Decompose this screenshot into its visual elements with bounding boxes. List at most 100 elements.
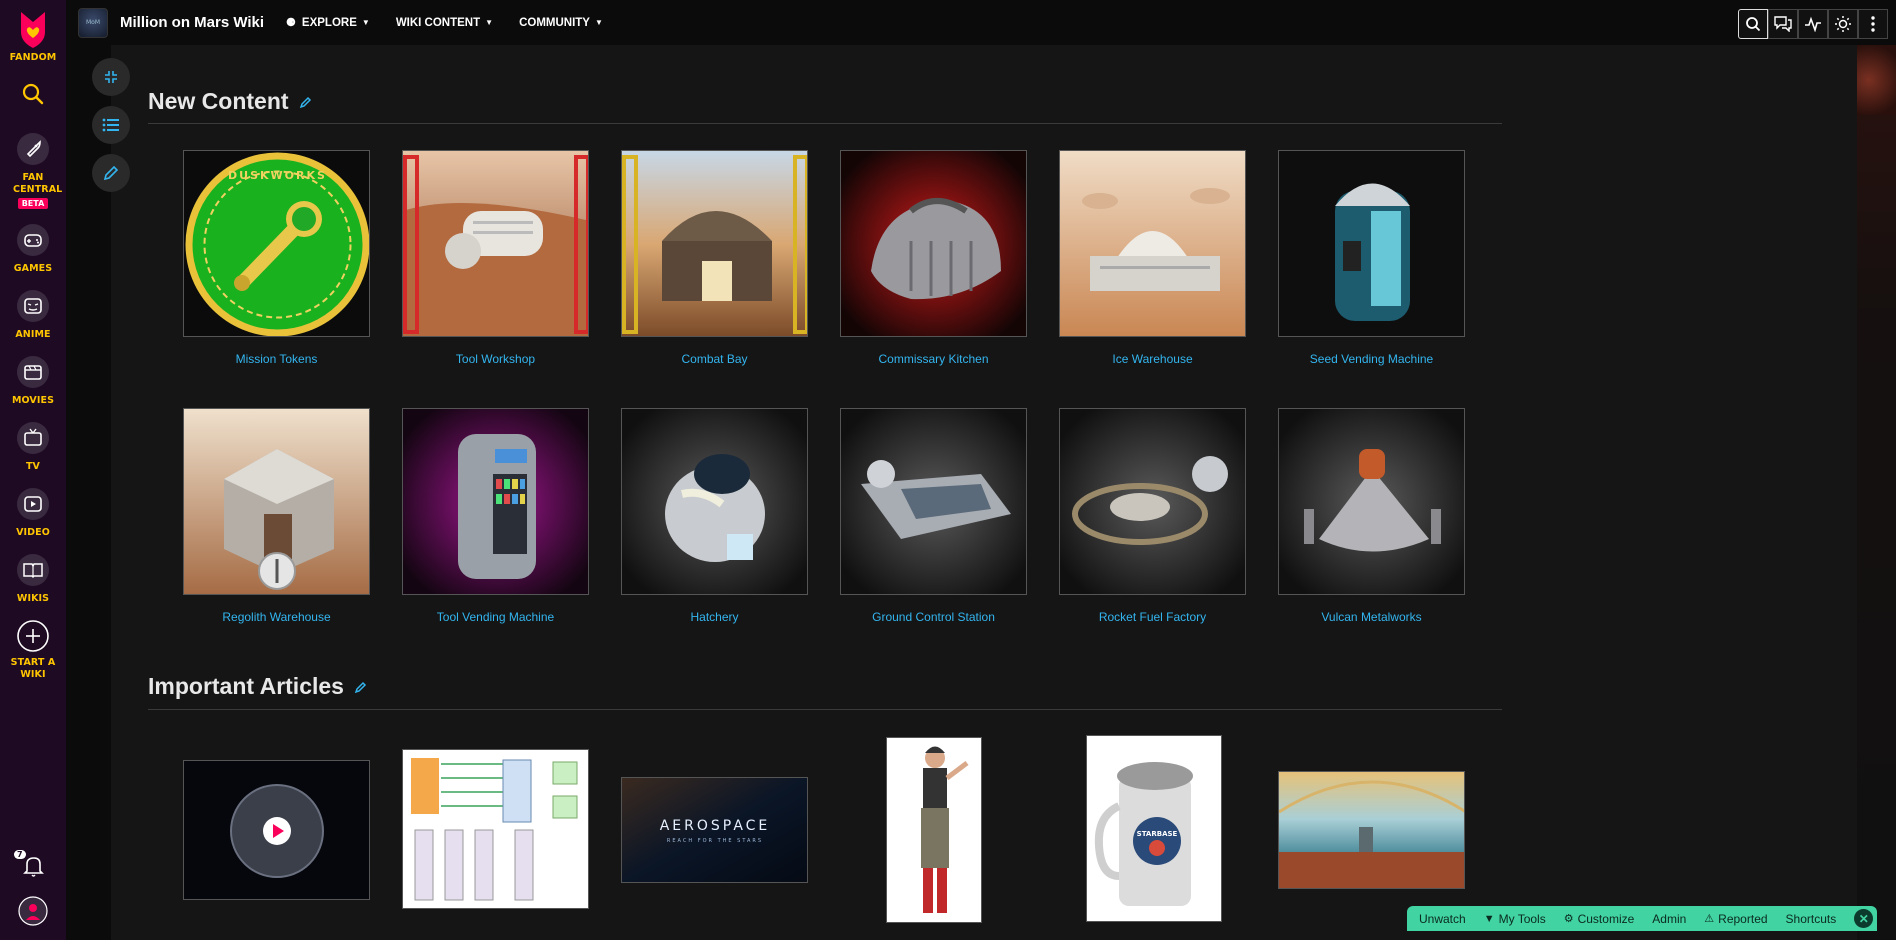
ice-warehouse-thumbnail[interactable] — [1059, 150, 1246, 337]
million-on-mars-video-thumbnail[interactable] — [183, 760, 370, 900]
tile-label[interactable]: Hatchery — [621, 610, 808, 624]
tile-label[interactable]: Commissary Kitchen — [840, 352, 1027, 366]
close-icon[interactable]: ✕ — [1854, 909, 1874, 928]
starbase-mug-thumbnail[interactable]: STARBASE — [1086, 735, 1222, 922]
customize-label: Customize — [1577, 911, 1635, 926]
tile-regolith-warehouse: Regolith Warehouse — [183, 408, 370, 624]
table-of-contents-button[interactable] — [92, 106, 130, 144]
tile-commissary-kitchen: Commissary Kitchen — [840, 150, 1027, 366]
avatar-icon — [18, 896, 48, 926]
tool-vending-machine-thumbnail[interactable] — [402, 408, 589, 595]
start-a-wiki-label: START A WIKI — [10, 657, 56, 680]
character-figure-thumbnail[interactable] — [886, 737, 982, 923]
anime-face-icon — [17, 290, 49, 322]
chevron-down-icon: ▼ — [594, 18, 603, 27]
unwatch-button[interactable]: Unwatch — [1419, 912, 1466, 926]
tile-label[interactable]: Tool Workshop — [402, 352, 589, 366]
wiki-logo[interactable]: MoM — [78, 7, 108, 38]
movies-link[interactable]: MOVIES — [0, 355, 66, 407]
customize-button[interactable]: ⚙ Customize — [1564, 912, 1635, 926]
tile-label[interactable]: Combat Bay — [621, 352, 808, 366]
combat-bay-image — [622, 151, 807, 336]
regolith-warehouse-image — [184, 409, 369, 594]
tile-label[interactable]: Mission Tokens — [183, 352, 370, 366]
rocket-fuel-factory-thumbnail[interactable] — [1059, 408, 1246, 595]
mission-tokens-thumbnail[interactable]: DUSKWORKS — [183, 150, 370, 337]
flow-diagram-thumbnail[interactable] — [402, 749, 589, 909]
edit-section-button[interactable] — [354, 680, 368, 694]
chevron-down-icon: ▼ — [485, 18, 494, 27]
fan-central-label: FAN CENTRAL — [13, 172, 63, 195]
header-tools — [1738, 9, 1888, 39]
tool-workshop-thumbnail[interactable] — [402, 150, 589, 337]
discussions-button[interactable] — [1768, 9, 1798, 39]
tool-workshop-image — [403, 151, 588, 336]
tile-label[interactable]: Tool Vending Machine — [402, 610, 589, 624]
seed-vending-machine-thumbnail[interactable] — [1278, 150, 1465, 337]
header-search-button[interactable] — [1738, 9, 1768, 39]
notifications-button[interactable]: 7 — [0, 850, 66, 880]
ground-control-station-thumbnail[interactable] — [840, 408, 1027, 595]
tile-label[interactable]: Seed Vending Machine — [1278, 352, 1465, 366]
important-articles-heading: Important Articles — [148, 673, 368, 700]
combat-bay-thumbnail[interactable] — [621, 150, 808, 337]
book-icon — [17, 554, 49, 586]
community-menu[interactable]: COMMUNITY ▼ — [519, 17, 603, 29]
wiki-header: MoM Million on Mars Wiki ⚈ EXPLORE ▼ WIK… — [66, 0, 1896, 45]
collapse-button[interactable] — [92, 58, 130, 96]
tile-label[interactable]: Ground Control Station — [840, 610, 1027, 624]
shortcuts-button[interactable]: Shortcuts — [1786, 912, 1837, 926]
mission-token-coin-image: DUSKWORKS — [184, 151, 369, 336]
video-label: VIDEO — [16, 527, 50, 538]
wikis-link[interactable]: WIKIS — [0, 553, 66, 605]
tv-link[interactable]: TV — [0, 421, 66, 473]
unwatch-label: Unwatch — [1419, 911, 1466, 926]
pencil-icon — [354, 681, 367, 693]
admin-button[interactable]: Admin — [1652, 912, 1686, 926]
explore-menu[interactable]: ⚈ EXPLORE ▼ — [286, 16, 370, 30]
search-button[interactable] — [0, 82, 66, 106]
warning-icon: ⚠ — [1704, 913, 1715, 925]
aerospace-banner-thumbnail[interactable]: AEROSPACE REACH FOR THE STARS — [621, 777, 808, 883]
start-a-wiki-link[interactable]: START A WIKI — [0, 619, 66, 681]
gamepad-icon — [17, 224, 49, 256]
games-label: GAMES — [13, 263, 53, 274]
theme-toggle-button[interactable] — [1828, 9, 1858, 39]
fandom-heart-icon — [21, 12, 45, 48]
fan-central-link[interactable]: FAN CENTRAL BETA — [0, 132, 66, 209]
edit-page-button[interactable] — [92, 154, 130, 192]
video-thumbnail-image — [184, 761, 369, 899]
tile-label[interactable]: Vulcan Metalworks — [1278, 610, 1465, 624]
wiki-content-menu[interactable]: WIKI CONTENT ▼ — [396, 17, 493, 29]
games-link[interactable]: GAMES — [0, 223, 66, 275]
vulcan-metalworks-thumbnail[interactable] — [1278, 408, 1465, 595]
fandom-label: FANDOM — [9, 52, 57, 63]
tile-label[interactable]: Rocket Fuel Factory — [1059, 610, 1246, 624]
my-tools-label: My Tools — [1498, 911, 1546, 926]
commissary-kitchen-thumbnail[interactable] — [840, 150, 1027, 337]
tile-label[interactable]: Regolith Warehouse — [183, 610, 370, 624]
recent-changes-button[interactable] — [1798, 9, 1828, 39]
hatchery-thumbnail[interactable] — [621, 408, 808, 595]
anime-link[interactable]: ANIME — [0, 289, 66, 341]
starbase-mug-image: STARBASE — [1087, 736, 1221, 921]
reported-button[interactable]: ⚠ Reported — [1704, 912, 1767, 926]
user-avatar[interactable] — [0, 896, 66, 926]
tile-label[interactable]: Ice Warehouse — [1059, 352, 1246, 366]
regolith-warehouse-thumbnail[interactable] — [183, 408, 370, 595]
commissary-kitchen-image — [841, 151, 1026, 336]
global-navigation: FANDOM FAN CENTRAL BETA GAMES ANIME MOVI… — [0, 0, 66, 940]
community-label: COMMUNITY — [519, 16, 590, 29]
vulcan-metalworks-image — [1279, 409, 1464, 594]
edit-section-button[interactable] — [299, 95, 313, 109]
mars-dome-landscape-thumbnail[interactable] — [1278, 771, 1465, 889]
tool-vending-machine-image — [403, 409, 588, 594]
my-tools-menu[interactable]: ▼ My Tools — [1484, 912, 1546, 926]
seed-vending-machine-image — [1279, 151, 1464, 336]
mars-dome-landscape-image — [1279, 772, 1464, 888]
wiki-name[interactable]: Million on Mars Wiki — [120, 14, 264, 31]
video-link[interactable]: VIDEO — [0, 487, 66, 539]
tile-ground-control-station: Ground Control Station — [840, 408, 1027, 624]
fandom-logo[interactable]: FANDOM — [0, 8, 66, 64]
more-options-button[interactable] — [1858, 9, 1888, 39]
